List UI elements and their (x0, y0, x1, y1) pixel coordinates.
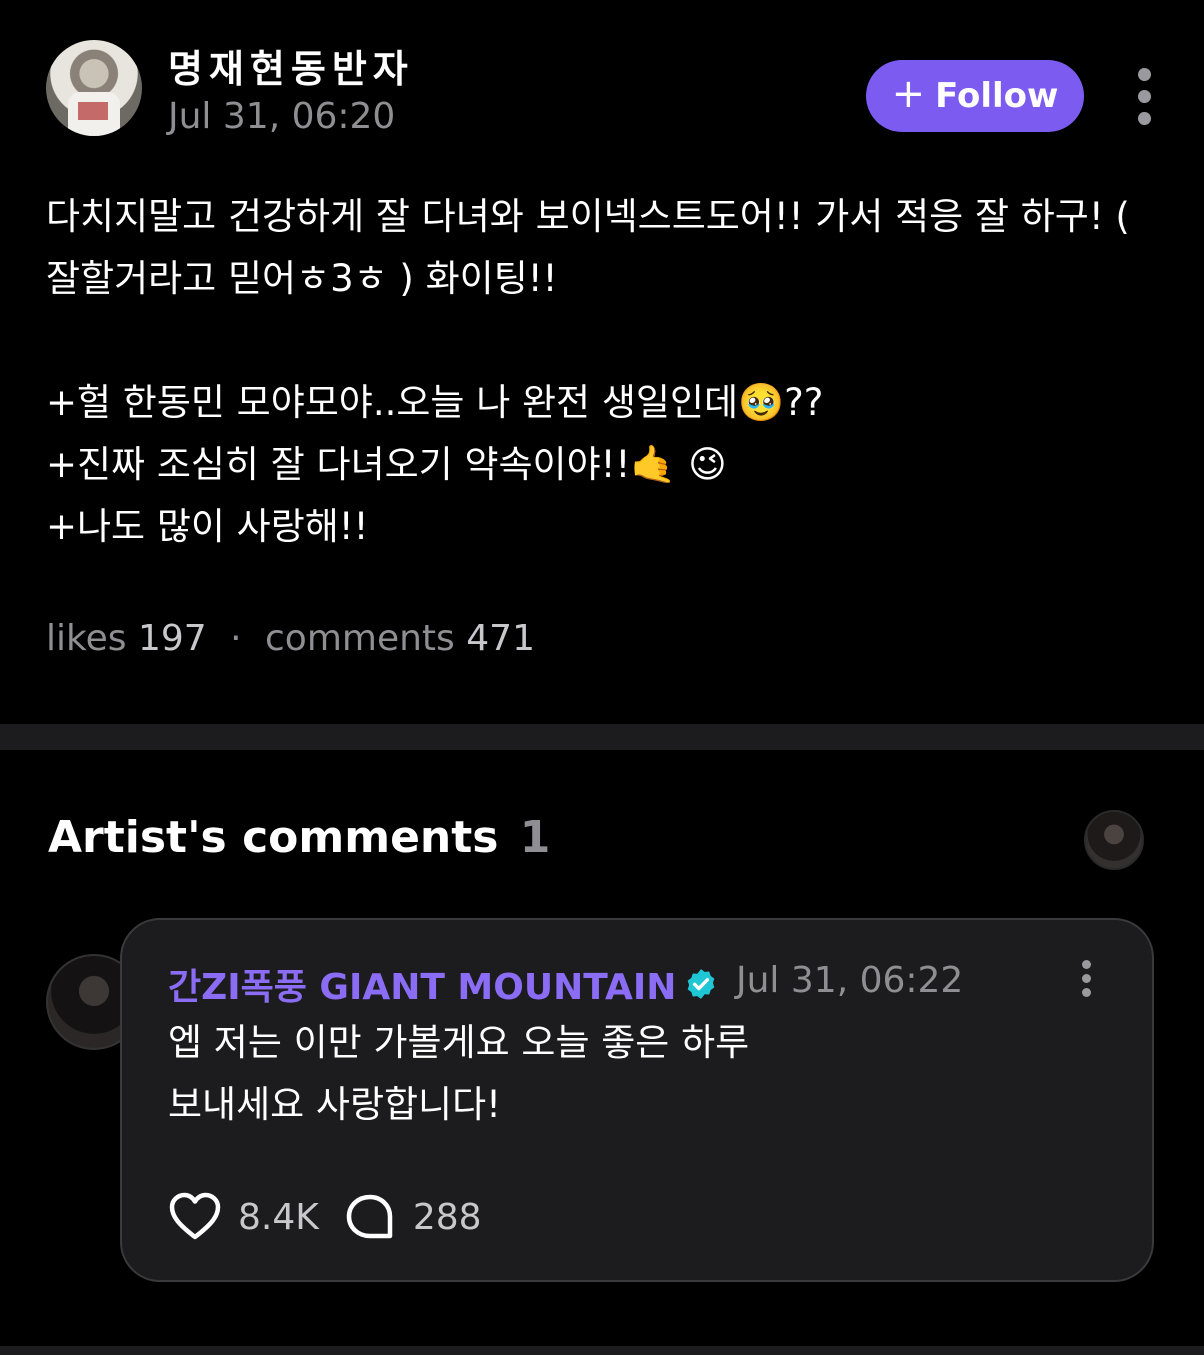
avatar-shirt-print (78, 102, 108, 120)
comment-card[interactable]: 간ZI폭풍 GIANT MOUNTAIN Jul 31, 06:22 엡 저는 … (120, 918, 1154, 1282)
likes-count[interactable]: 197 (138, 618, 207, 659)
post-body: 다치지말고 건강하게 잘 다녀와 보이넥스트도어!! 가서 적응 잘 하구! (… (46, 195, 1130, 548)
stats-separator: · (230, 618, 242, 659)
bottom-divider (0, 1346, 1204, 1355)
reply-count: 288 (412, 1196, 482, 1238)
follow-label: Follow (935, 76, 1059, 116)
section-divider (0, 724, 1204, 750)
comment-timestamp: Jul 31, 06:22 (736, 960, 964, 1001)
author-avatar[interactable] (46, 40, 142, 136)
more-options-icon[interactable] (1132, 68, 1156, 126)
comment-author-name: 간ZI폭풍 GIANT MOUNTAIN (168, 967, 677, 1008)
plus-icon: + (891, 71, 926, 117)
verified-check-icon (688, 969, 715, 999)
section-title-text: Artist's comments (48, 812, 499, 863)
artist-comments-section: Artist's comments 1 간ZI폭풍 GIANT MOUNTAIN… (0, 750, 1204, 1346)
likes-label: likes (46, 618, 127, 659)
author-name[interactable]: 명재현동반자 (168, 38, 414, 93)
comments-label: comments (265, 618, 455, 659)
heart-icon[interactable] (168, 1192, 222, 1242)
post-timestamp: Jul 31, 06:20 (168, 96, 396, 137)
comment-more-icon[interactable] (1078, 960, 1094, 1000)
post-stats: likes 197 · comments 471 (46, 618, 535, 659)
like-count: 8.4K (238, 1196, 319, 1238)
comment-text: 엡 저는 이만 가볼게요 오늘 좋은 하루 보내세요 사랑합니다! (168, 1021, 750, 1126)
follow-button[interactable]: + Follow (866, 60, 1084, 132)
artist-avatar-small[interactable] (1084, 810, 1144, 870)
comment-author[interactable]: 간ZI폭풍 GIANT MOUNTAIN (168, 958, 718, 1010)
comments-count[interactable]: 471 (466, 618, 535, 659)
post: 명재현동반자 Jul 31, 06:20 + Follow 다치지말고 건강하게… (0, 0, 1204, 724)
section-title: Artist's comments 1 (48, 812, 550, 863)
comment-bubble-icon[interactable] (343, 1192, 397, 1242)
comment-actions: 8.4K 288 (168, 1192, 506, 1242)
section-count: 1 (519, 812, 551, 863)
